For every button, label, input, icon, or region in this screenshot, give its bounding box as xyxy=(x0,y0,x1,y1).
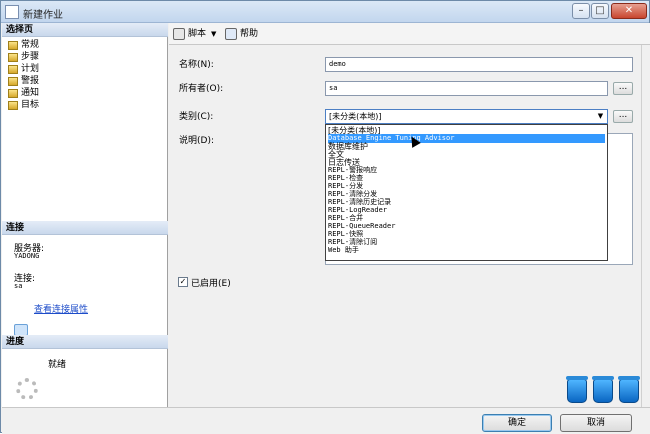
recycle-bin-icon xyxy=(618,376,640,403)
left-panel: 选择页 常规 步骤 计划 警报 通知 目标 连接 服务器: YADONG 连接:… xyxy=(2,23,168,407)
name-input[interactable]: demo xyxy=(325,57,633,72)
category-label: 类别(C): xyxy=(179,112,214,122)
page-icon xyxy=(8,76,18,86)
owner-label: 所有者(O): xyxy=(179,84,224,94)
page-label: 计划 xyxy=(21,64,40,74)
page-label: 步骤 xyxy=(21,52,40,62)
help-button[interactable]: 帮助 xyxy=(225,27,258,41)
description-label: 说明(D): xyxy=(179,136,214,146)
page-icon xyxy=(8,100,18,110)
window-title: 新建作业 xyxy=(23,10,63,21)
category-select[interactable]: [未分类(本地)] ▼ xyxy=(325,109,608,124)
minimize-button[interactable]: – xyxy=(572,3,590,19)
close-button[interactable]: ✕ xyxy=(611,3,647,19)
help-icon xyxy=(225,28,237,40)
page-icon xyxy=(8,40,18,50)
page-item-alerts[interactable]: 警报 xyxy=(8,75,39,87)
cancel-button[interactable]: 取消 xyxy=(560,414,632,432)
page-label: 警报 xyxy=(21,76,40,86)
script-dropdown-icon[interactable]: ▼ xyxy=(211,27,216,41)
page-icon xyxy=(8,64,18,74)
app-icon xyxy=(5,5,19,19)
page-item-schedules[interactable]: 计划 xyxy=(8,63,39,75)
new-job-window: 新建作业 – □ ✕ 选择页 常规 步骤 计划 警报 通知 目标 连接 服务器:… xyxy=(0,0,650,434)
script-button[interactable]: 脚本 ▼ xyxy=(173,27,216,41)
enabled-label: 已启用(E) xyxy=(191,279,231,289)
page-item-targets[interactable]: 目标 xyxy=(8,99,39,111)
owner-browse-button[interactable]: ... xyxy=(613,82,633,95)
progress-spinner-icon xyxy=(16,378,38,400)
category-browse-button[interactable]: ... xyxy=(613,110,633,123)
page-list: 常规 步骤 计划 警报 通知 目标 xyxy=(8,39,39,111)
select-page-header: 选择页 xyxy=(2,23,168,37)
vertical-scrollbar[interactable] xyxy=(641,45,650,407)
category-option[interactable]: Web 助手 xyxy=(328,246,605,255)
script-icon xyxy=(173,28,185,40)
ok-button[interactable]: 确定 xyxy=(482,414,552,432)
view-connection-properties-link[interactable]: 查看连接属性 xyxy=(34,302,88,315)
chevron-down-icon[interactable]: ▼ xyxy=(595,111,606,122)
name-label: 名称(N): xyxy=(179,60,214,70)
page-icon xyxy=(8,88,18,98)
page-item-notifications[interactable]: 通知 xyxy=(8,87,39,99)
connection-value: sa xyxy=(14,282,23,290)
connection-header: 连接 xyxy=(2,221,168,235)
title-bar: 新建作业 – □ ✕ xyxy=(1,1,649,23)
category-selected-value: [未分类(本地)] xyxy=(329,112,382,121)
page-label: 目标 xyxy=(21,100,40,110)
recycle-bin-icon xyxy=(566,376,588,403)
maximize-button[interactable]: □ xyxy=(591,3,609,19)
page-item-steps[interactable]: 步骤 xyxy=(8,51,39,63)
owner-input[interactable]: sa xyxy=(325,81,608,96)
help-label: 帮助 xyxy=(240,29,259,39)
progress-status: 就绪 xyxy=(48,360,67,370)
page-label: 通知 xyxy=(21,88,40,98)
progress-header: 进度 xyxy=(2,335,168,349)
general-page-content: 名称(N): demo 所有者(O): sa ... 类别(C): [未分类(本… xyxy=(169,45,641,407)
server-value: YADONG xyxy=(14,252,40,260)
enabled-checkbox[interactable]: ✓ xyxy=(178,277,188,287)
toolbar: 脚本 ▼ 帮助 xyxy=(169,23,650,45)
footer: 确定 取消 xyxy=(2,407,650,434)
recycle-bin-icon xyxy=(592,376,614,403)
main-panel: 脚本 ▼ 帮助 名称(N): demo 所有者(O): sa ... 类别(C)… xyxy=(169,23,650,407)
script-label: 脚本 xyxy=(188,29,207,39)
page-label: 常规 xyxy=(21,40,40,50)
category-dropdown-list: [未分类(本地)] Database Engine Tuning Advisor… xyxy=(325,124,608,261)
page-icon xyxy=(8,52,18,62)
page-item-general[interactable]: 常规 xyxy=(8,39,39,51)
